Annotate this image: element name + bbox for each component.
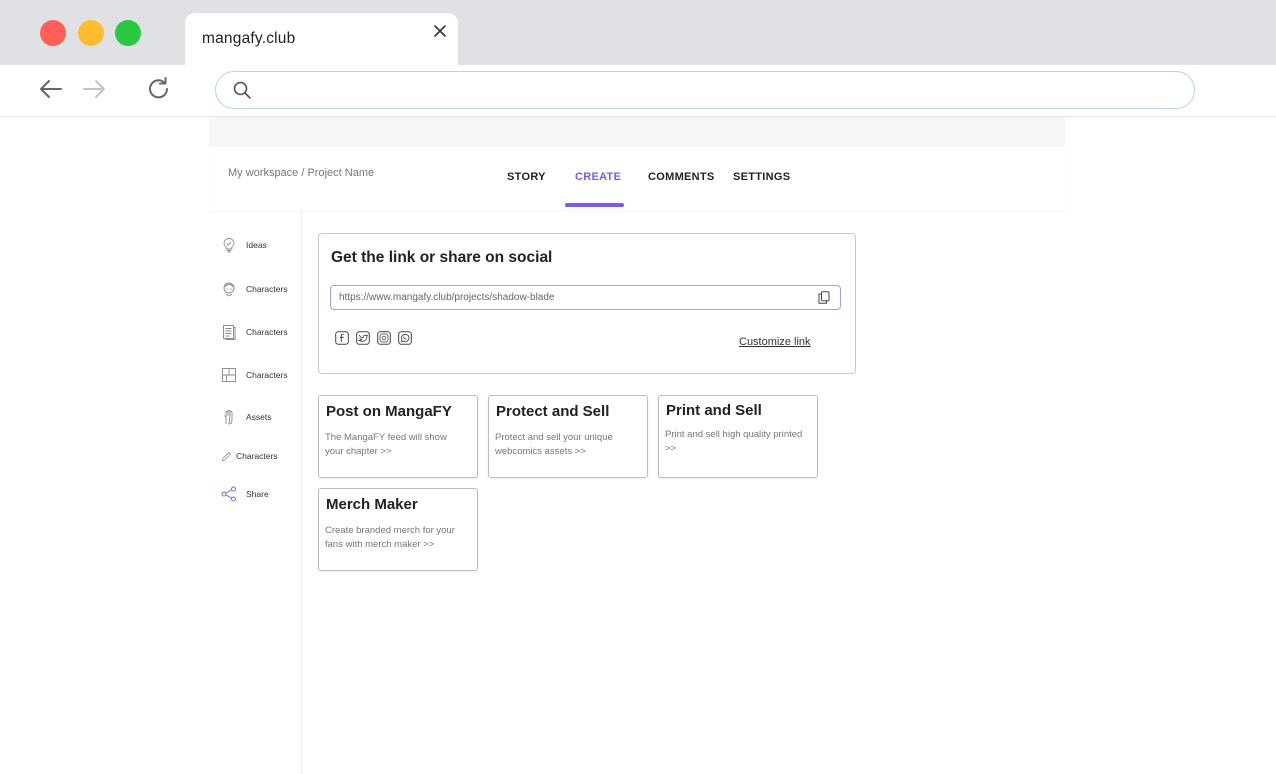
minimize-window-button[interactable]	[78, 20, 104, 46]
hand-assets-icon	[224, 410, 233, 425]
tab-create[interactable]: CREATE	[575, 171, 621, 183]
card-description: Print and sell high quality printed >>	[665, 429, 803, 454]
project-link-field[interactable]: https://www.mangafy.club/projects/shadow…	[330, 285, 841, 310]
tab-settings[interactable]: SETTINGS	[733, 171, 790, 183]
sidebar-item-characters-pages[interactable]: Characters	[221, 322, 288, 342]
share-icon	[221, 486, 236, 502]
tab-comments[interactable]: COMMENTS	[648, 171, 715, 183]
browser-tab[interactable]: mangafy.club	[185, 13, 458, 65]
address-bar[interactable]	[215, 71, 1195, 109]
sidebar-item-characters[interactable]: Characters	[221, 279, 288, 299]
project-link-value: https://www.mangafy.club/projects/shadow…	[339, 292, 555, 303]
browser-toolbar	[0, 65, 1276, 117]
sidebar-item-characters-draw[interactable]: Characters	[221, 446, 278, 466]
card-description: The MangaFY feed will show your chapter …	[325, 432, 447, 457]
document-page-icon	[223, 325, 236, 340]
sidebar-item-label: Ideas	[246, 240, 267, 250]
browser-tab-title: mangafy.club	[202, 30, 296, 47]
card-title: Print and Sell	[666, 402, 762, 419]
lightbulb-icon	[223, 238, 235, 253]
customize-link[interactable]: Customize link	[739, 336, 811, 348]
sidebar-item-label: Share	[246, 489, 269, 499]
copy-icon[interactable]	[818, 291, 830, 304]
breadcrumb[interactable]: My workspace / Project Name	[228, 167, 374, 179]
card-merch-maker[interactable]: Merch Maker Create branded merch for you…	[318, 488, 478, 571]
whatsapp-icon[interactable]	[398, 331, 412, 345]
maximize-window-button[interactable]	[115, 20, 141, 46]
sidebar-item-assets[interactable]: Assets	[221, 407, 272, 427]
close-icon[interactable]	[431, 22, 449, 40]
share-panel: Get the link or share on social https://…	[318, 233, 856, 374]
card-title: Post on MangaFY	[326, 403, 452, 420]
twitter-icon[interactable]	[356, 331, 370, 345]
card-title: Merch Maker	[326, 496, 418, 513]
sidebar-item-label: Characters	[246, 327, 288, 337]
back-arrow-icon[interactable]	[37, 75, 65, 103]
panel-layout-icon	[222, 368, 236, 382]
card-print-and-sell[interactable]: Print and Sell Print and sell high quali…	[658, 395, 818, 478]
active-tab-indicator	[565, 203, 624, 207]
tab-story[interactable]: STORY	[507, 171, 546, 183]
sidebar: Ideas Characters Characters Characters A…	[209, 210, 302, 774]
card-description: Protect and sell your unique webcomics a…	[495, 432, 613, 457]
pencil-icon	[221, 451, 231, 461]
card-description: Create branded merch for your fans with …	[325, 525, 455, 550]
card-title: Protect and Sell	[496, 403, 610, 420]
sidebar-item-share[interactable]: Share	[221, 484, 269, 504]
sidebar-item-label: Characters	[246, 284, 288, 294]
app-top-strip	[209, 117, 1065, 147]
sidebar-item-label: Characters	[246, 370, 288, 380]
search-icon	[233, 81, 251, 99]
social-share-row	[335, 331, 412, 345]
sidebar-item-label: Assets	[246, 412, 272, 422]
card-protect-and-sell[interactable]: Protect and Sell Protect and sell your u…	[488, 395, 648, 478]
instagram-icon[interactable]	[377, 331, 391, 345]
sidebar-item-label: Characters	[236, 451, 278, 461]
facebook-icon[interactable]	[335, 331, 349, 345]
close-window-button[interactable]	[40, 20, 66, 46]
sidebar-item-characters-panels[interactable]: Characters	[221, 365, 288, 385]
forward-arrow-icon[interactable]	[80, 75, 108, 103]
browser-titlebar: mangafy.club	[0, 0, 1276, 65]
sidebar-item-ideas[interactable]: Ideas	[221, 235, 267, 255]
reload-icon[interactable]	[145, 75, 173, 103]
card-post-on-mangafy[interactable]: Post on MangaFY The MangaFY feed will sh…	[318, 395, 478, 478]
app-header: My workspace / Project Name STORY CREATE…	[209, 147, 1065, 210]
character-head-icon	[223, 282, 235, 297]
share-panel-title: Get the link or share on social	[331, 249, 553, 266]
